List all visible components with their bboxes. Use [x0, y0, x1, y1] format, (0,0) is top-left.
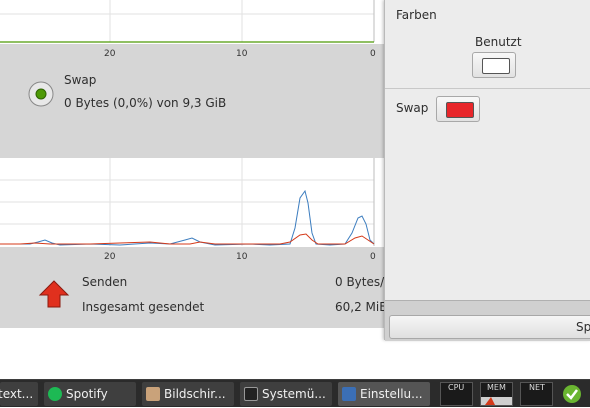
save-button-label: Sp: [576, 320, 590, 334]
taskbar-item-label: text...: [0, 387, 34, 401]
preferences-dialog: Farben Benutzt Swap Sp: [384, 0, 590, 341]
taskbar-item-label: Bildschir...: [164, 387, 226, 401]
taskbar-item-label: Spotify: [66, 387, 108, 401]
taskbar-item-text-editor[interactable]: text...: [0, 382, 38, 406]
system-monitor-window: 20 10 0 Swap 0 Bytes (0,0%) von 9,3 GiB …: [0, 0, 390, 328]
network-graph-canvas: [0, 158, 375, 246]
memory-history-graph: [0, 0, 384, 44]
swap-color-button[interactable]: [436, 96, 480, 122]
screenshot-icon: [146, 387, 160, 401]
swap-color-swatch: [446, 102, 474, 118]
taskbar-item-spotify[interactable]: Spotify: [44, 382, 136, 406]
network-graph-tick-10: 10: [236, 252, 248, 262]
memory-graph-canvas: [0, 0, 375, 43]
colors-section-title: Farben: [396, 8, 437, 22]
network-receive-line: [0, 189, 375, 246]
memory-applet-label: MEM: [487, 383, 506, 392]
total-sent-label: Insgesamt gesendet: [82, 300, 205, 314]
used-color-label: Benutzt: [475, 35, 522, 49]
swap-pie-icon: [28, 81, 54, 107]
total-sent-value: 60,2 MiB: [335, 300, 388, 314]
taskbar-item-screenshot[interactable]: Bildschir...: [142, 382, 234, 406]
taskbar-item-system-monitor[interactable]: Systemü...: [240, 382, 332, 406]
update-ok-check-icon[interactable]: [562, 384, 582, 404]
taskbar: text... Spotify Bildschir... Systemü... …: [0, 379, 590, 407]
memory-graph-tick-0: 0: [370, 49, 376, 59]
swap-color-label: Swap: [396, 101, 429, 115]
taskbar-item-settings[interactable]: Einstellu...: [338, 382, 430, 406]
network-applet-label: NET: [529, 383, 545, 392]
system-monitor-icon: [244, 387, 258, 401]
cpu-applet-label: CPU: [448, 383, 465, 392]
network-graph-tick-0: 0: [370, 252, 376, 262]
dialog-action-bar: Sp: [385, 300, 590, 341]
settings-icon: [342, 387, 356, 401]
memory-graph-tick-20: 20: [104, 49, 116, 59]
swap-usage-text: 0 Bytes (0,0%) von 9,3 GiB: [64, 96, 227, 110]
network-history-graph: [0, 158, 384, 247]
spotify-icon: [48, 387, 62, 401]
send-rate-value: 0 Bytes/s: [335, 275, 391, 289]
save-button[interactable]: Sp: [389, 315, 590, 339]
used-color-swatch: [482, 58, 510, 74]
send-arrow-icon: [38, 280, 70, 308]
swap-title: Swap: [64, 73, 97, 87]
taskbar-item-label: Systemü...: [262, 387, 326, 401]
section-divider: [385, 88, 590, 89]
network-graph-tick-20: 20: [104, 252, 116, 262]
used-color-button[interactable]: [472, 52, 516, 78]
memory-graph-tick-10: 10: [236, 49, 248, 59]
taskbar-item-label: Einstellu...: [360, 387, 423, 401]
send-label: Senden: [82, 275, 128, 289]
